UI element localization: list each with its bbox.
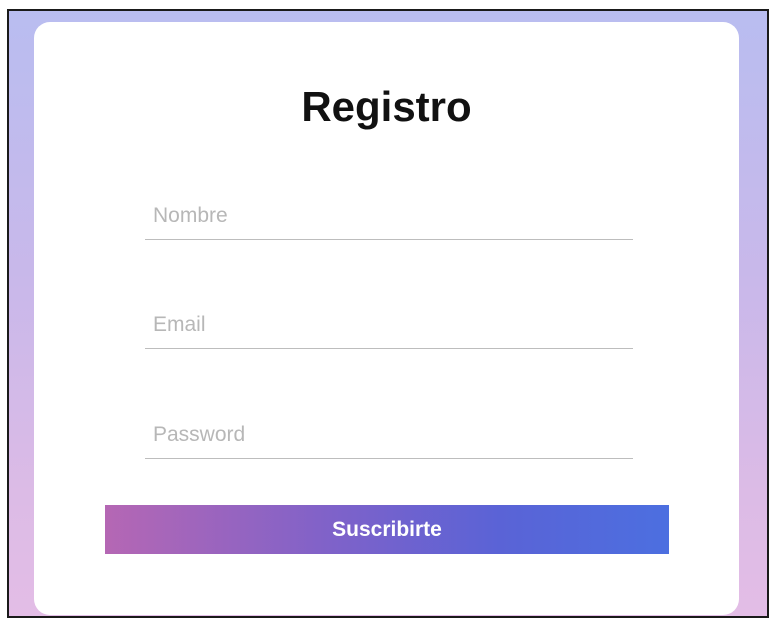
nombre-field	[145, 194, 633, 240]
form-title: Registro	[301, 83, 472, 130]
subscribe-button[interactable]: Suscribirte	[105, 505, 669, 554]
screenshot-frame: Registro Suscribirte	[7, 9, 769, 618]
email-field	[145, 303, 633, 349]
nombre-input[interactable]	[153, 194, 623, 238]
password-field	[145, 413, 633, 459]
password-input[interactable]	[153, 413, 623, 457]
email-input[interactable]	[153, 303, 623, 347]
registration-card: Registro Suscribirte	[34, 22, 739, 615]
